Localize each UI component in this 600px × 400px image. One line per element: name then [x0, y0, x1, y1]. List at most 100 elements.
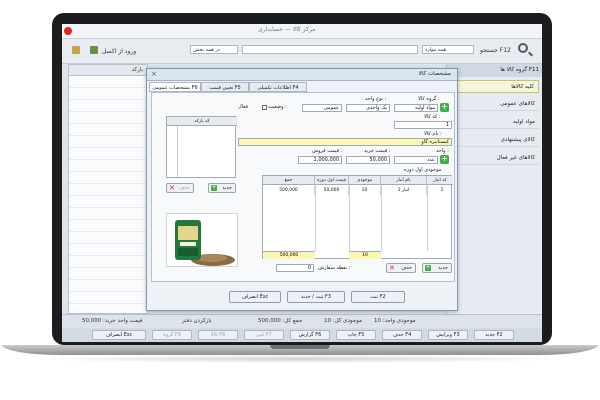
group-label: گروه کالا :	[418, 96, 440, 102]
action-bar: جدید F2 ویرایش F3 حذف F4 چاپ F5 گزارش F6…	[62, 328, 542, 342]
items-grid[interactable]: بارکد	[68, 64, 148, 314]
row-new-button[interactable]: + جدید	[422, 263, 452, 273]
sidebar-item-general[interactable]: کالاهای عمومی	[451, 98, 539, 111]
sell-price-input[interactable]: 1,000,000	[298, 156, 342, 164]
product-image	[166, 213, 238, 267]
col-warehouse-name: نام انبار	[381, 176, 427, 185]
tab-details[interactable]: اطلاعات تکمیلی F4	[249, 82, 307, 92]
barcode-header: کد بارکد	[167, 117, 237, 126]
new-button[interactable]: جدید F2	[474, 330, 514, 340]
grid-row-line	[69, 159, 147, 160]
excel-icon	[90, 46, 98, 54]
cancel-button[interactable]: انصراف Esc	[229, 291, 281, 303]
summary-total-stock: موجودی کل: 10	[324, 318, 362, 324]
add-group-button[interactable]: +	[440, 103, 449, 112]
col-qty: موجودی	[349, 176, 381, 185]
sidebar-item-inactive[interactable]: کالاهای غیر فعال	[451, 152, 539, 165]
grid-row-line	[69, 123, 147, 124]
dialog-footer: ثبت F2 ثبت / جدید F3 انصراف Esc	[147, 284, 457, 310]
item-dialog: × مشخصات کالا مشخصات عمومی F6 تعیین قیمت…	[146, 68, 458, 311]
col-warehouse-code: کد انبار	[427, 176, 453, 185]
exit-button[interactable]: انصراف Esc	[92, 330, 146, 340]
delete-icon: ✕	[169, 184, 175, 192]
sidebar-item-suggested[interactable]: کالای پیشنهادی	[451, 134, 539, 147]
barcode-new-button[interactable]: + جدید	[208, 183, 236, 193]
buy-price-input[interactable]: 50,000	[346, 156, 390, 164]
grid-row-line	[69, 207, 147, 208]
item-button[interactable]: کالا F8	[198, 330, 238, 340]
row-new-label: جدید	[438, 265, 448, 271]
grid-row-line	[69, 267, 147, 268]
name-label: نام کالا :	[424, 131, 442, 137]
sum-qty: 10	[349, 251, 381, 259]
reorder-input[interactable]: 0	[276, 264, 314, 272]
app-window: مرکز کالا — حسابداری جستجو F12 همه موارد…	[62, 24, 542, 342]
group-button[interactable]: گروه F9	[152, 330, 192, 340]
name-input[interactable]: کنستانتره گاو	[238, 138, 452, 146]
tab-general[interactable]: مشخصات عمومی F6	[149, 82, 201, 92]
unit-type-select[interactable]: یک واحدی	[346, 104, 390, 112]
sidebar-item-raw[interactable]: مواد اولیه	[451, 116, 539, 129]
barcode-delete-button[interactable]: ✕ حذف	[166, 183, 194, 193]
plus-icon: +	[211, 184, 217, 191]
group-filter-select[interactable]: همه موارد	[422, 45, 474, 54]
grid-row-line	[69, 243, 147, 244]
grid-row-line	[69, 99, 147, 100]
summary-bar: موجودی واحد: 10 موجودی کل: 10 جمع کل: 50…	[62, 314, 542, 329]
search-input[interactable]	[242, 45, 418, 54]
group-list-title: گروه کالا ها F11	[447, 64, 542, 77]
import-excel-button[interactable]: ورود از اکسل	[102, 48, 136, 55]
buy-price-label: قیمت خرید :	[364, 148, 391, 154]
grid-row-line	[69, 147, 147, 148]
active-checkbox[interactable]	[262, 105, 267, 110]
grid-row-line	[69, 195, 147, 196]
grid-row-line	[69, 291, 147, 292]
grid-row-line	[69, 135, 147, 136]
cell-code: 1	[440, 188, 444, 193]
cell-price: 50,000	[315, 186, 349, 195]
tab-pricing[interactable]: تعیین قیمت F5	[201, 82, 249, 92]
toolbar: جستجو F12 همه موارد در همه بخش ورود از ا…	[62, 39, 542, 64]
add-unit-button[interactable]: +	[440, 155, 449, 164]
cell-name: انبار 1	[381, 186, 427, 195]
table-row[interactable]: 1 انبار 1 10 50,000 500,000	[263, 186, 451, 195]
dialog-title: مشخصات کالا	[418, 71, 451, 77]
grid-row-line	[69, 231, 147, 232]
print-button[interactable]: چاپ F5	[336, 330, 376, 340]
barcode-delete-label: حذف	[179, 185, 190, 191]
barcode-new-label: جدید	[222, 185, 232, 191]
row-delete-button[interactable]: ✕ حذف	[386, 263, 416, 273]
save-button[interactable]: ثبت F2	[351, 291, 405, 303]
status-label: وضعیت :	[268, 104, 287, 110]
status-active-label: فعال	[238, 104, 248, 110]
sidebar-item-all[interactable]: کلیه کالاها	[451, 80, 539, 93]
group-select[interactable]: مواد اولیه	[394, 104, 438, 112]
close-icon[interactable]: ×	[151, 69, 157, 80]
laptop-shadow	[30, 355, 570, 363]
stock-table[interactable]: کد انبار نام انبار موجودی قیمت اول دوره …	[262, 175, 453, 259]
barcode-list[interactable]: کد بارکد	[166, 116, 237, 178]
grid-row-line	[69, 219, 147, 220]
sum-total: 500,000	[263, 251, 315, 259]
summary-unit-stock: موجودی واحد: 10	[374, 318, 416, 324]
col-init-price: قیمت اول دوره	[315, 176, 349, 185]
report-button[interactable]: گزارش F6	[290, 330, 330, 340]
copy-button[interactable]: کپی F7	[244, 330, 284, 340]
search-icon[interactable]	[518, 43, 528, 53]
grid-row-line	[69, 171, 147, 172]
unit-select[interactable]: عدد	[394, 156, 438, 164]
summary-price: قیمت واحد خرید: 50,000	[82, 318, 143, 324]
delete-button[interactable]: حذف F4	[382, 330, 422, 340]
grid-row-line	[69, 87, 147, 88]
unit-type-label: نوع واحد :	[365, 96, 387, 102]
window-title: مرکز کالا — حسابداری	[258, 26, 316, 33]
close-window-icon[interactable]	[64, 27, 72, 35]
summary-cost: جمع کل: 500,000	[258, 318, 303, 324]
code-input[interactable]: 1	[394, 121, 452, 129]
edit-button[interactable]: ویرایش F3	[428, 330, 468, 340]
summary-stock-label: بازکردن دفتر	[182, 318, 212, 324]
branch-select[interactable]: در همه بخش	[190, 45, 238, 54]
save-new-button[interactable]: ثبت / جدید F3	[287, 291, 345, 303]
category-select[interactable]: عمومی	[302, 104, 342, 112]
settings-icon[interactable]	[72, 46, 80, 54]
